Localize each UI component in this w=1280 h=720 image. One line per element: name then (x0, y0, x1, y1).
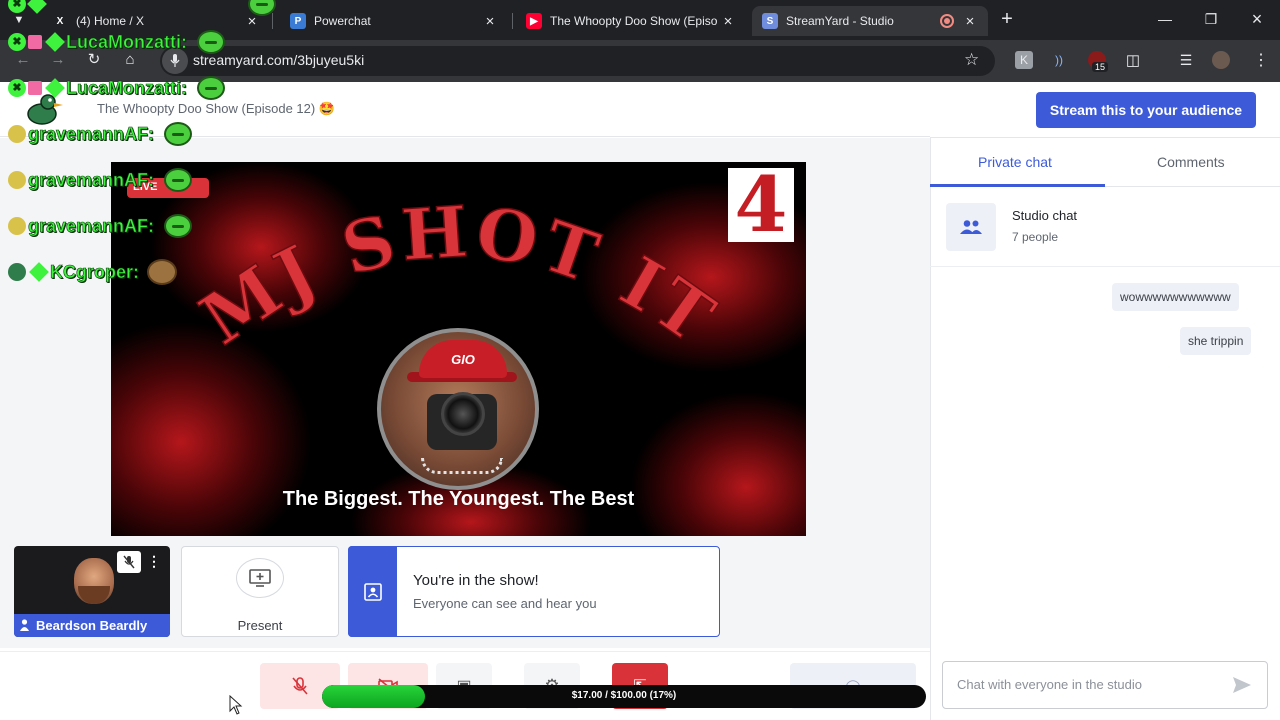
tab-separator (512, 13, 513, 29)
menu-kebab-icon[interactable]: ⋮ (1252, 51, 1270, 69)
tab-private-chat[interactable]: Private chat (978, 154, 1052, 170)
show-title: The Whoopty Doo Show (Episode 12) 🤩 (97, 101, 336, 116)
mic-muted-icon[interactable] (117, 551, 141, 573)
divider (930, 266, 1280, 267)
recording-icon (940, 14, 954, 28)
emote-icon (164, 214, 193, 238)
close-window-button[interactable]: × (1245, 8, 1269, 30)
stream-to-audience-button[interactable]: Stream this to your audience (1036, 92, 1256, 128)
overlay-username: LucaMonzatti: (66, 77, 188, 98)
emote-icon (197, 76, 225, 100)
overlay-username: KCgroper: (50, 261, 140, 282)
emote-icon (197, 30, 225, 54)
in-show-badge (348, 546, 397, 637)
in-show-title: You're in the show! (413, 572, 539, 589)
duck-icon (27, 94, 63, 125)
new-tab-button[interactable]: + (995, 8, 1019, 32)
user-avatar (8, 125, 26, 143)
minimize-button[interactable]: — (1153, 8, 1177, 30)
overlay-username: LucaMonzatti: (66, 31, 188, 52)
close-tab-icon[interactable]: × (720, 13, 736, 30)
video-tagline: The Biggest. The Youngest. The Best (282, 488, 635, 510)
participant-more-icon[interactable]: ⋮ (147, 552, 161, 572)
tab-powerchat[interactable]: P Powerchat × (280, 6, 508, 36)
overlay-chat-row: gravemannAF: (8, 168, 193, 192)
contact-card-icon (363, 582, 382, 601)
tab-title: The Whoopty Doo Show (Episo (550, 14, 718, 28)
overlay-chat-row: gravemannAF: (8, 214, 193, 238)
gift-badge-icon (28, 35, 42, 49)
user-avatar (8, 171, 26, 189)
in-show-card (348, 546, 720, 637)
present-screen-icon[interactable] (236, 558, 284, 598)
restore-button[interactable]: ❐ (1199, 8, 1223, 30)
media-control-icon[interactable]: ☰ (1177, 51, 1195, 69)
bookmark-star-icon[interactable]: ☆ (964, 50, 979, 70)
moderator-badge-icon: ✖ (8, 33, 26, 51)
cap-text: GIO (419, 340, 507, 378)
audio-extension-icon[interactable]: )) (1050, 51, 1068, 69)
emote-icon (248, 0, 276, 16)
user-avatar (8, 217, 26, 235)
emote-icon (147, 259, 177, 285)
diamond-badge-icon (27, 0, 47, 14)
streamyard-icon: S (762, 13, 778, 29)
chat-input-placeholder: Chat with everyone in the studio (957, 677, 1142, 692)
overlay-chat-row: ✖ LucaMonzatti: (8, 30, 225, 54)
overlay-chat-row: gravemannAF: (8, 122, 193, 146)
photographer-portrait: GIO (377, 328, 539, 490)
overlay-username: gravemannAF: (28, 123, 155, 144)
donation-goal-bar: $17.00 / $100.00 (17%) (322, 685, 926, 708)
moderator-badge-icon: ✖ (8, 0, 26, 13)
extension-badge: 15 (1092, 62, 1109, 72)
active-tab-indicator (930, 184, 1105, 187)
present-label: Present (237, 618, 283, 633)
mouse-cursor-icon (229, 695, 243, 715)
video-stage: MJ SHOT IT 4 LIVE GIO The Biggest. The Y… (111, 162, 806, 536)
chat-message: wowwwwwwwwwww (1112, 283, 1239, 311)
chat-message: she trippin (1180, 327, 1252, 355)
close-tab-icon[interactable]: × (482, 13, 498, 30)
emote-icon (164, 122, 193, 146)
overlay-chat-row: KCgroper: (8, 259, 177, 285)
overlay-chat-row: ✖ (8, 0, 276, 16)
tab-title: Powerchat (314, 14, 371, 28)
chain-decoration (421, 458, 503, 474)
tab-title: (4) Home / X (76, 14, 145, 28)
diamond-badge-icon (29, 262, 49, 282)
powerchat-icon: P (290, 13, 306, 29)
studio-chat-title: Studio chat (1012, 208, 1078, 223)
participant-name: Beardson Beardly (14, 614, 170, 637)
user-avatar (8, 263, 26, 281)
people-icon (946, 203, 996, 251)
camera-lens-icon (441, 392, 485, 436)
channel-badge: 4 (728, 167, 794, 243)
tab-title: StreamYard - Studio (786, 14, 894, 28)
extensions-puzzle-icon[interactable]: ◫ (1124, 51, 1142, 69)
send-icon[interactable] (1232, 676, 1252, 694)
emote-icon (164, 168, 193, 192)
overlay-username: gravemannAF: (28, 169, 155, 190)
close-tab-icon[interactable]: × (962, 13, 978, 30)
tab-streamyard[interactable]: S StreamYard - Studio × (752, 6, 988, 36)
in-show-subtitle: Everyone can see and hear you (413, 596, 597, 611)
donation-text: $17.00 / $100.00 (17%) (571, 690, 677, 701)
url-text[interactable]: streamyard.com/3bjuyeu5ki (193, 52, 364, 68)
tab-comments[interactable]: Comments (1157, 154, 1225, 170)
profile-avatar[interactable] (1212, 51, 1230, 69)
tab-youtube[interactable]: ▶ The Whoopty Doo Show (Episo × (516, 6, 746, 36)
studio-chat-count: 7 people (1012, 230, 1059, 244)
mic-off-icon (292, 677, 308, 695)
diamond-badge-icon (45, 32, 65, 52)
overlay-username: gravemannAF: (28, 215, 155, 236)
extension-icon[interactable]: K (1015, 51, 1033, 69)
user-icon (20, 619, 29, 631)
youtube-icon: ▶ (526, 13, 542, 29)
